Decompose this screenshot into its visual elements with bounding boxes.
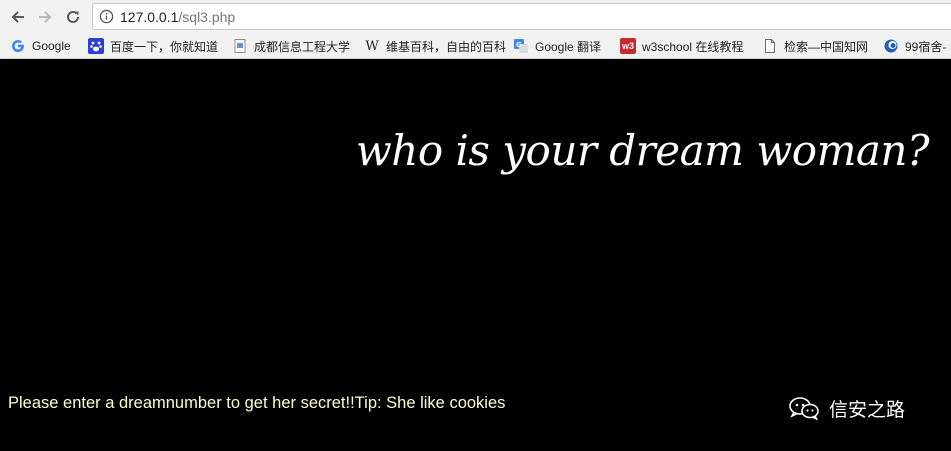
bookmark-cnki[interactable]: 检索—中国知网 <box>762 36 868 56</box>
url-path: /sql3.php <box>178 9 236 25</box>
url-text: 127.0.0.1/sql3.php <box>120 9 235 25</box>
document-icon <box>762 38 778 54</box>
wechat-icon <box>789 397 819 420</box>
bookmarks-bar: Google 百度一下，你就知道 成都信息工程大学 W 维基百科，自由的百科 G… <box>0 33 951 59</box>
page-heading: who is your dream woman? <box>355 126 930 175</box>
bookmark-label: 百度一下，你就知道 <box>110 39 219 54</box>
tip-text: Please enter a dreamnumber to get her se… <box>8 394 506 412</box>
forward-button[interactable] <box>34 6 56 28</box>
bookmark-label: 维基百科，自由的百科 <box>386 39 507 54</box>
reload-button[interactable] <box>62 6 84 28</box>
google-translate-icon: G <box>513 38 529 54</box>
bookmark-google[interactable]: Google <box>10 36 71 56</box>
back-button[interactable] <box>7 6 29 28</box>
bookmark-google-translate[interactable]: G Google 翻译 <box>513 36 601 56</box>
bookmark-baidu[interactable]: 百度一下，你就知道 <box>88 36 218 56</box>
watermark-text: 信安之路 <box>829 398 906 421</box>
bookmark-label: Google 翻译 <box>535 39 602 54</box>
bookmark-99sushe[interactable]: 99宿舍- <box>883 36 946 56</box>
browser-toolbar: 127.0.0.1/sql3.php <box>0 0 951 33</box>
bookmark-wikipedia[interactable]: W 维基百科，自由的百科 <box>364 36 506 56</box>
info-icon[interactable] <box>99 9 114 24</box>
bookmark-cuit[interactable]: 成都信息工程大学 <box>232 36 350 56</box>
bookmark-label: 99宿舍- <box>905 39 947 54</box>
forward-arrow-icon <box>39 11 52 23</box>
url-host: 127.0.0.1 <box>120 9 179 25</box>
bookmark-label: w3school 在线教程 <box>642 39 744 54</box>
google-icon <box>10 38 26 54</box>
baidu-paw-icon <box>88 38 104 54</box>
svg-text:G: G <box>516 41 522 49</box>
bookmark-w3school[interactable]: w3 w3school 在线教程 <box>620 36 743 56</box>
page-content: who is your dream woman? Please enter a … <box>0 60 951 451</box>
page-icon <box>232 38 248 54</box>
bookmark-label: Google <box>32 39 71 53</box>
globe-icon <box>883 38 899 54</box>
address-bar[interactable]: 127.0.0.1/sql3.php <box>92 3 951 30</box>
back-arrow-icon <box>11 11 24 23</box>
bookmark-label: 检索—中国知网 <box>784 39 869 54</box>
bookmark-label: 成都信息工程大学 <box>254 39 351 54</box>
w3school-icon: w3 <box>620 38 636 54</box>
watermark: 信安之路 <box>788 396 906 421</box>
wikipedia-icon: W <box>365 38 379 54</box>
reload-icon <box>67 10 79 23</box>
